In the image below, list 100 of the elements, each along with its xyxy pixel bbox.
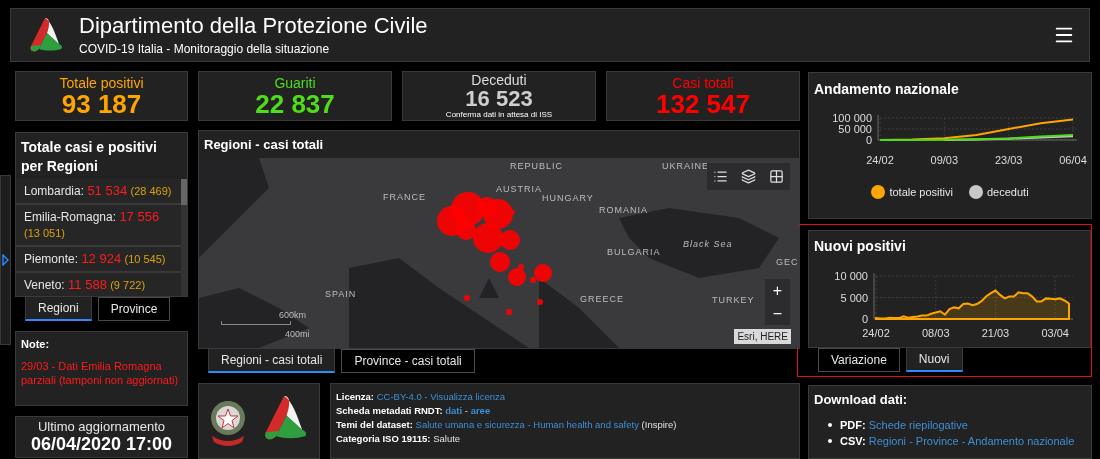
update-time: 06/04/2020 17:00 (30, 435, 173, 453)
legend-label: totale positivi (889, 185, 953, 200)
side-panel-handle[interactable] (0, 175, 11, 345)
map-attribution: Esri, HERE (734, 329, 791, 344)
bullet-icon (828, 438, 832, 443)
map-view[interactable]: REPUBLIC UKRAINE FRANCE AUSTRIA HUNGARY ROMANIA Black Sea BULGARIA GEC SPAIN GREECE TURKEY 600km 400mi + − Esri, HERE (199, 158, 799, 348)
note-title: Note: (21, 337, 51, 352)
app-title: Dipartimento della Protezione Civile (79, 12, 428, 40)
bullet-icon (828, 422, 832, 427)
info-line: Scheda metadati RNDT: dati - aree (336, 404, 492, 418)
stat-label: Guariti (274, 75, 316, 90)
stat-note: Conferma dati in attesa di ISS (445, 111, 553, 119)
positive-count: (28 469) (130, 185, 172, 197)
panel-title: Regioni - casi totali (203, 135, 325, 154)
map-label: BULGARIA (607, 246, 661, 259)
legend-label: deceduti (987, 185, 1029, 200)
scale-label: 400mi (285, 328, 310, 341)
scale-label: 600km (279, 309, 306, 322)
map-label: REPUBLIC (510, 160, 563, 173)
map-label: SPAIN (325, 288, 357, 301)
map-label: UKRAINE (662, 160, 709, 173)
stat-label: Deceduti (471, 73, 527, 87)
map-label: GREECE (580, 293, 624, 306)
legend-icon[interactable] (713, 169, 729, 184)
region-name: Piemonte: (24, 252, 79, 266)
scrollbar[interactable] (181, 179, 187, 296)
map-label: Black Sea (683, 238, 733, 251)
stat-label: Totale positivi (59, 75, 144, 90)
region-name: Emilia-Romagna: (24, 210, 117, 224)
map-label: AUSTRIA (496, 183, 542, 196)
region-row[interactable]: Piemonte: 12 924 (10 545) (16, 247, 181, 273)
zoom-out-button[interactable]: − (765, 302, 790, 325)
y-tick-label: 5 000 (840, 291, 868, 304)
map-label: GEC (776, 256, 799, 269)
case-count: 12 924 (81, 251, 122, 266)
link[interactable]: Salute umana e sicurezza - Human health and safety (415, 419, 639, 430)
info-line: Categoria ISO 19115: Salute (336, 432, 462, 446)
y-tick-label: 0 (865, 134, 872, 146)
map-label: ROMANIA (599, 204, 648, 217)
download-line: CSV: Regioni - Province - Andamento nazionale (840, 433, 1075, 448)
region-row[interactable]: Emilia-Romagna: 17 556 (13 051) (16, 205, 181, 247)
positive-count: (13 051) (24, 227, 65, 239)
region-row[interactable]: Veneto: 11 588 (9 722) (16, 273, 181, 296)
link[interactable]: - (909, 434, 913, 447)
case-count: 11 588 (68, 277, 107, 292)
region-row[interactable]: Lombardia: 51 534 (28 469) (16, 179, 181, 205)
link[interactable]: CC-BY-4.0 (376, 391, 422, 402)
tab[interactable]: Province (97, 297, 171, 321)
y-tick-label: 0 (861, 313, 868, 325)
x-tick-label: 06/04 (1059, 154, 1087, 166)
tab[interactable]: Province - casi totali (341, 349, 475, 373)
panel-title: Nuovi positivi (813, 237, 907, 256)
stat-value: 93 187 (61, 90, 142, 117)
case-count: 17 556 (119, 209, 160, 224)
map-label: HUNGARY (542, 192, 594, 205)
positive-count: (10 545) (124, 253, 166, 265)
link[interactable]: Andamento nazionale (967, 434, 1075, 447)
map-label: FRANCE (383, 191, 426, 204)
stat-value: 132 547 (656, 90, 750, 117)
case-count: 51 534 (87, 183, 128, 198)
y-tick-label: 10 000 (834, 270, 868, 282)
x-tick-label: 23/03 (994, 154, 1023, 166)
update-label: Ultimo aggiornamento (37, 420, 166, 433)
link[interactable]: Province (915, 434, 959, 447)
info-line: Temi del dataset: Salute umana e sicurezza - Human health and safety (Inspire) (336, 418, 678, 432)
info-line: Licenza: CC-BY-4.0 - Visualizza licenza (336, 390, 506, 404)
link[interactable]: Regioni (868, 434, 907, 447)
map-label: TURKEY (712, 294, 755, 307)
download-line: PDF: Schede riepilogative (840, 417, 968, 432)
x-tick-label: 03/04 (1041, 327, 1069, 339)
grid-icon[interactable] (768, 169, 784, 184)
x-tick-label: 21/03 (981, 327, 1010, 339)
region-name: Lombardia: (24, 184, 85, 198)
x-tick-label: 24/02 (866, 154, 894, 166)
link[interactable]: dati (445, 405, 463, 416)
layers-icon[interactable] (741, 169, 756, 184)
tab[interactable]: Regioni - casi totali (208, 349, 336, 373)
caret-icon (2, 254, 9, 266)
tab[interactable]: Variazione (818, 348, 900, 372)
panel-title: Andamento nazionale (813, 80, 960, 99)
stat-label: Casi totali (672, 75, 734, 90)
x-tick-label: 09/03 (930, 154, 959, 166)
zoom-in-button[interactable]: + (765, 279, 790, 302)
panel-title: Download dati: (814, 391, 909, 409)
tab[interactable]: Regioni (25, 297, 92, 321)
tab[interactable]: Nuovi (905, 348, 963, 372)
app-subtitle: COVID-19 Italia - Monitoraggio della situazione (79, 40, 331, 58)
panel-title: Totale casi e positivi per Regioni (20, 138, 158, 176)
positive-count: (9 722) (110, 279, 146, 291)
stat-value: 22 837 (255, 90, 335, 117)
scale-bar (221, 321, 291, 325)
link[interactable]: - (424, 391, 428, 402)
link[interactable]: Schede riepilogative (868, 418, 968, 431)
y-tick-label: 100 000 (832, 112, 872, 124)
note-text: 29/03 - Dati Emilia Romagna parziali (tamponi non aggiornati) (21, 358, 180, 387)
link[interactable]: - (961, 434, 966, 447)
link[interactable]: Visualizza licenza (430, 391, 505, 402)
link[interactable]: aree (470, 405, 491, 416)
x-tick-label: 24/02 (862, 327, 890, 339)
y-tick-label: 50 000 (838, 123, 872, 135)
